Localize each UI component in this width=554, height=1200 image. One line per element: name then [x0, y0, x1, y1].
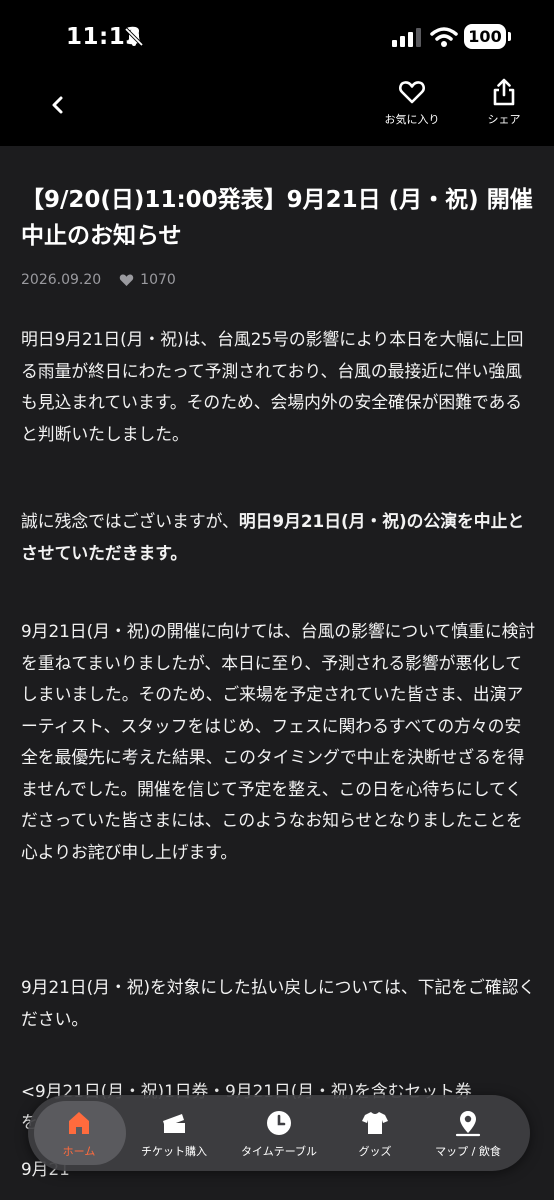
- tab-goods-label: グッズ: [358, 1145, 392, 1158]
- paragraph-1: 明日9月21日(月・祝)は、台風25号の影響により本日を大幅に上回る雨量が終日に…: [21, 329, 524, 444]
- paragraph-3: 9月21日(月・祝)の開催に向けては、台風の影響について慎重に検討を重ねてまいり…: [21, 621, 536, 862]
- paragraph-4: 9月21日(月・祝)を対象にした払い戻しについては、下記をご確認ください。: [21, 977, 536, 1029]
- status-bar: 11:13 100: [0, 0, 554, 70]
- heart-outline-icon: [399, 81, 425, 104]
- tab-goods[interactable]: グッズ: [338, 1095, 412, 1171]
- article-date: 2026.09.20: [21, 272, 102, 288]
- article-title: 【9/20(日)11:00発表】9月21日 (月・祝) 開催中止のお知らせ: [21, 187, 533, 249]
- ticket-icon: [163, 1114, 185, 1133]
- map-pin-icon: [455, 1111, 481, 1137]
- tab-timetable[interactable]: タイムテーブル: [224, 1095, 334, 1171]
- signal-icon: [392, 28, 421, 47]
- wifi-icon: [430, 27, 458, 47]
- article-meta: 2026.09.20 1070: [21, 272, 176, 288]
- tab-timetable-label: タイムテーブル: [240, 1145, 318, 1158]
- battery-indicator: 100: [464, 24, 506, 49]
- tab-ticket[interactable]: チケット購入: [128, 1095, 220, 1171]
- heart-icon: [119, 274, 134, 286]
- tab-home[interactable]: ホーム: [34, 1095, 124, 1171]
- favorite-button[interactable]: お気に入り: [378, 78, 446, 134]
- tab-map-label: マップ / 飲食: [435, 1145, 501, 1158]
- like-count: 1070: [140, 272, 176, 288]
- home-icon: [69, 1112, 89, 1134]
- tab-map[interactable]: マップ / 飲食: [418, 1095, 518, 1171]
- tab-home-label: ホーム: [62, 1145, 96, 1158]
- bell-muted-icon: [124, 27, 144, 47]
- tab-bar: ホーム チケット購入 タイムテーブル グッズ マップ / 飲食: [28, 1095, 530, 1171]
- share-label: シェア: [487, 113, 521, 126]
- favorite-label: お気に入り: [384, 113, 440, 126]
- tshirt-icon: [362, 1112, 388, 1134]
- share-button[interactable]: シェア: [476, 78, 532, 134]
- share-icon: [493, 78, 515, 106]
- clock-icon: [267, 1111, 291, 1135]
- article-content: 【9/20(日)11:00発表】9月21日 (月・祝) 開催中止のお知らせ 20…: [0, 146, 554, 1200]
- back-chevron-icon[interactable]: [44, 90, 74, 120]
- tab-ticket-label: チケット購入: [141, 1145, 207, 1158]
- nav-bar: お気に入り シェア: [0, 70, 554, 146]
- paragraph-2: 誠に残念ではございますが、明日9月21日(月・祝)の公演を中止とさせていただきま…: [21, 506, 536, 569]
- paragraph-2-text: 誠に残念ではございますが、: [21, 511, 239, 531]
- battery-tip: [508, 32, 511, 41]
